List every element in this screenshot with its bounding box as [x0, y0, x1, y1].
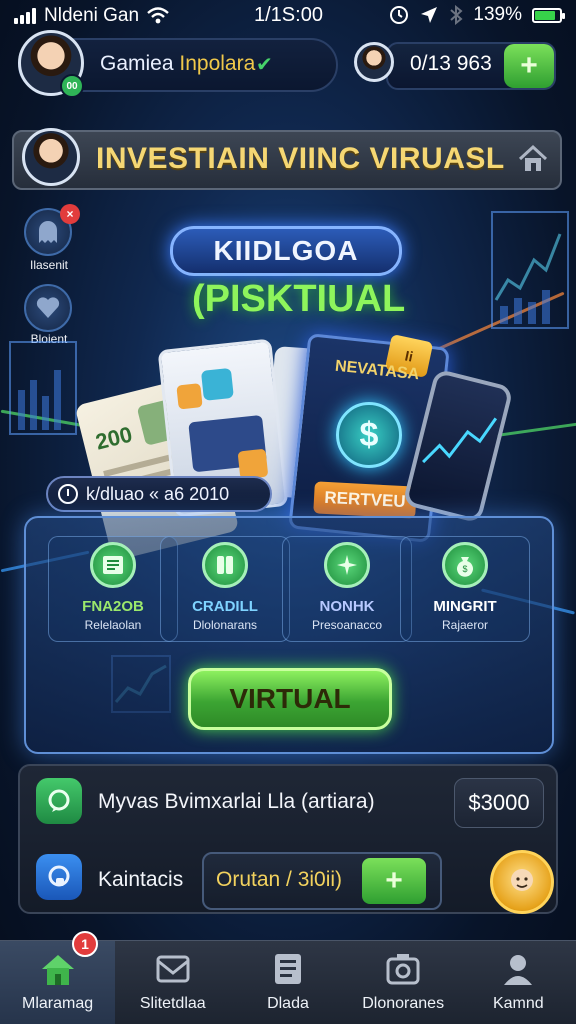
- side-widget-label: Ilasenit: [29, 258, 69, 272]
- contact-icon[interactable]: [36, 854, 82, 900]
- option-subtitle: Relelaolan: [84, 618, 142, 632]
- nav-item-data[interactable]: Dlada: [230, 941, 345, 1024]
- level-badge: 00: [60, 74, 84, 98]
- chat-icon[interactable]: [36, 778, 82, 824]
- timer-text: k/dluao « a6 2010: [86, 483, 230, 504]
- option-nonhk[interactable]: NONHK Presoanacco: [282, 536, 412, 642]
- plus-icon: +: [385, 864, 403, 897]
- avatar-small[interactable]: [354, 42, 394, 82]
- carrier-name: Nldeni Gan: [44, 5, 140, 26]
- timer-pill: k/dluao « a6 2010: [46, 476, 272, 512]
- location-icon: [421, 7, 438, 23]
- clock-icon: [58, 484, 78, 504]
- nav-item-profile[interactable]: Kamnd: [461, 941, 576, 1024]
- nav-item-home[interactable]: 1 Mlaramag: [0, 931, 116, 1024]
- check-icon: ✔: [256, 54, 273, 76]
- amount-field-text: Orutan / 3i0ii): [216, 868, 343, 891]
- app-tile-icon: [237, 448, 269, 480]
- plus-icon: +: [520, 49, 538, 82]
- option-subtitle: Dlolonarans: [192, 618, 258, 632]
- info-row-label: Kaintacis: [98, 868, 184, 891]
- hero-subtitle: (PISKTIUAL: [192, 278, 406, 320]
- nav-item-inbox[interactable]: Slitetdlaa: [115, 941, 230, 1024]
- chart-decoration-icon: [491, 211, 569, 329]
- signal-icon: [14, 8, 36, 24]
- option-title: CRADILL: [192, 598, 258, 615]
- option-title: FNA2OB: [82, 598, 144, 615]
- bottom-nav: 1 Mlaramag Slitetdlaa Dlada Dlonoranes K…: [0, 931, 576, 1024]
- status-time: 1/1S:00: [254, 4, 323, 26]
- heart-icon: [36, 297, 60, 318]
- notification-badge: ×: [60, 204, 80, 224]
- status-bar: Nldeni Gan 1/1S:00 139%: [0, 0, 576, 32]
- option-fna2ob[interactable]: FNA2OB Relelaolan: [48, 536, 178, 642]
- bill-value: 200: [92, 421, 135, 455]
- username-accent: Inpolara: [179, 52, 256, 75]
- page-title: INVESTIAIN VIINC VIRUASL: [96, 142, 505, 175]
- option-cradill[interactable]: CRADILL Dlolonarans: [160, 536, 290, 642]
- split-icon: [202, 542, 248, 588]
- home-icon[interactable]: [516, 142, 550, 176]
- add-amount-button[interactable]: +: [362, 858, 426, 904]
- option-subtitle: Rajaeror: [441, 618, 489, 632]
- money-bag-icon: $: [442, 542, 488, 588]
- user-icon: [498, 951, 538, 987]
- list-icon: [90, 542, 136, 588]
- username: Gamiea Inpolara: [100, 52, 255, 76]
- dollar-coin-icon: $: [336, 402, 402, 468]
- ghost-icon: [39, 221, 57, 243]
- username-prefix: Gamiea: [100, 52, 174, 75]
- nav-item-camera[interactable]: Dlonoranes: [346, 941, 461, 1024]
- option-title: NONHK: [319, 598, 375, 615]
- chart-decoration-icon: [9, 341, 77, 435]
- vault-button[interactable]: RERTVEU: [313, 481, 417, 519]
- coin-avatar-icon[interactable]: [490, 850, 554, 914]
- nav-label: Mlaramag: [22, 995, 94, 1012]
- nav-label: Dlada: [267, 995, 309, 1012]
- hero-banner: KIIDLGOA: [170, 226, 402, 276]
- nav-label: Kamnd: [492, 995, 544, 1012]
- side-widget-bloient[interactable]: [24, 284, 72, 332]
- app-tile-icon: [200, 367, 234, 401]
- option-mingrit[interactable]: $ MINGRIT Rajaeror: [400, 536, 530, 642]
- nav-label: Dlonoranes: [362, 995, 445, 1012]
- alarm-icon: [390, 6, 409, 24]
- camera-icon: [383, 951, 423, 987]
- nav-label: Slitetdlaa: [139, 995, 206, 1012]
- title-avatar[interactable]: [22, 128, 80, 186]
- nav-badge: 1: [72, 931, 98, 957]
- home-icon: [38, 951, 78, 987]
- battery-percent: 139%: [473, 4, 522, 25]
- sparkle-icon: [324, 542, 370, 588]
- balance-value: 0/13 963: [410, 52, 492, 75]
- amount-chip[interactable]: $3000: [454, 778, 544, 828]
- option-title: MINGRIT: [433, 598, 497, 615]
- wifi-icon: [147, 7, 169, 24]
- add-balance-button[interactable]: +: [504, 44, 554, 88]
- option-subtitle: Presoanacco: [311, 618, 383, 632]
- virtual-button[interactable]: VIRTUAL: [188, 668, 392, 730]
- battery-icon: [532, 7, 565, 23]
- app-tile-icon: [176, 383, 203, 410]
- list-icon: [268, 951, 308, 987]
- info-row-text: Myvas Bvimxarlai Lla (artiara): [98, 790, 375, 813]
- inbox-icon: [153, 951, 193, 987]
- svg-text:$: $: [462, 564, 467, 574]
- bluetooth-icon: [450, 5, 463, 25]
